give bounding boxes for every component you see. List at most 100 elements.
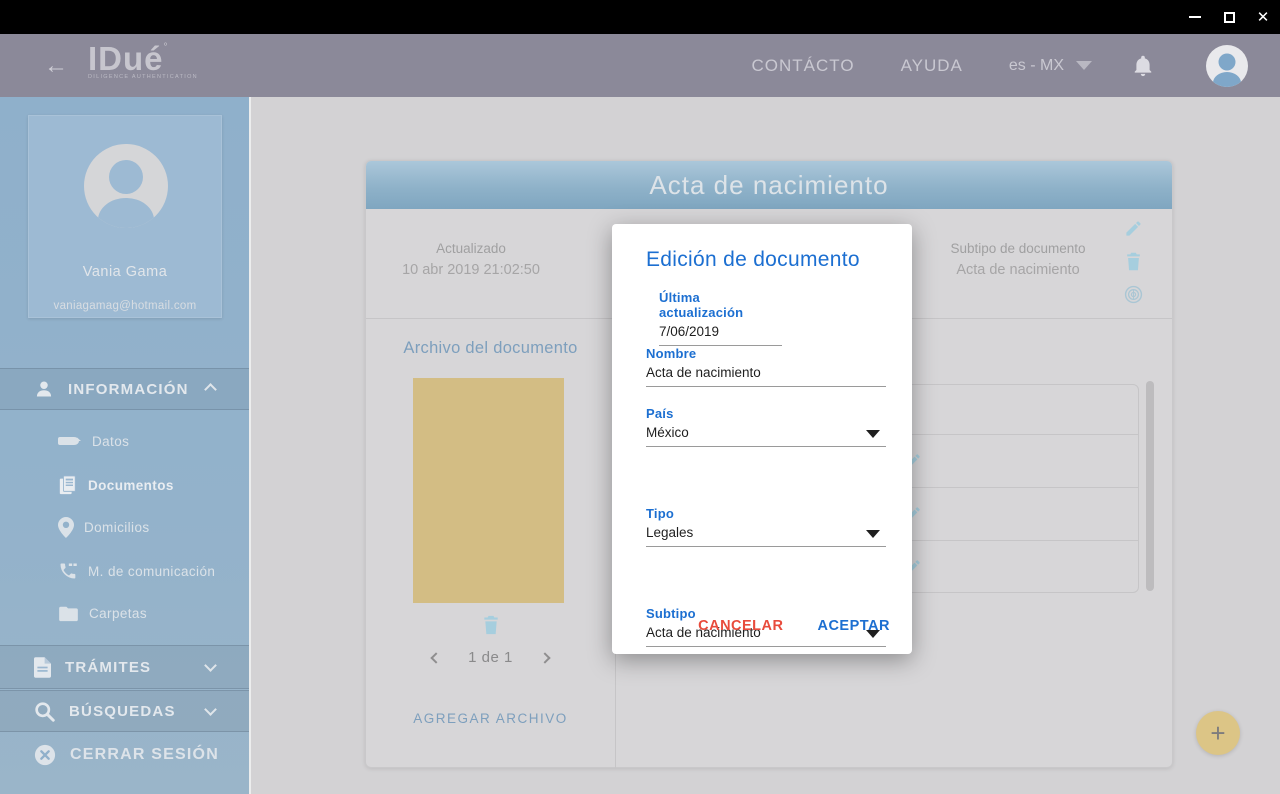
field-label: País bbox=[646, 406, 886, 421]
chevron-up-icon bbox=[204, 383, 217, 396]
accept-button[interactable]: ACEPTAR bbox=[813, 612, 894, 640]
updated-block: Actualizado 10 abr 2019 21:02:50 bbox=[396, 241, 546, 278]
chevron-down-icon bbox=[204, 703, 217, 716]
location-pin-icon bbox=[58, 517, 74, 538]
plus-icon: + bbox=[1210, 720, 1225, 746]
sidebar-section-label: TRÁMITES bbox=[65, 659, 151, 676]
archive-title: Archivo del documento bbox=[366, 339, 615, 358]
input-underline bbox=[646, 386, 886, 387]
phone-icon bbox=[58, 561, 78, 581]
field-label: Última actualización bbox=[659, 290, 782, 320]
search-icon bbox=[34, 701, 55, 722]
sidebar-item-label: M. de comunicación bbox=[88, 564, 215, 579]
sidebar-item-documentos[interactable]: Documentos bbox=[0, 463, 249, 507]
sidebar: Vania Gama vaniagamag@hotmail.com INFORM… bbox=[0, 97, 251, 794]
close-button[interactable]: ✕ bbox=[1246, 0, 1280, 34]
modal-title: Edición de documento bbox=[646, 248, 860, 272]
minimize-icon bbox=[1189, 16, 1201, 18]
close-icon: ✕ bbox=[1257, 8, 1270, 26]
app-logo: IDué° DILIGENCE AUTHENTICATION bbox=[88, 42, 198, 80]
minimize-button[interactable] bbox=[1178, 0, 1212, 34]
sidebar-item-label: Datos bbox=[92, 434, 129, 449]
profile-email: vaniagamag@hotmail.com bbox=[29, 300, 221, 312]
page-indicator: 1 de 1 bbox=[468, 649, 513, 666]
sidebar-section-label: INFORMACIÓN bbox=[68, 381, 189, 398]
folder-icon bbox=[58, 605, 79, 622]
document-preview-image[interactable] bbox=[413, 378, 564, 603]
sidebar-item-label: Documentos bbox=[88, 478, 174, 493]
language-label: es - MX bbox=[1009, 57, 1064, 75]
date-input[interactable]: 7/06/2019 bbox=[659, 324, 782, 339]
maximize-button[interactable] bbox=[1212, 0, 1246, 34]
sidebar-item-datos[interactable]: Datos bbox=[0, 419, 249, 463]
id-card-icon bbox=[58, 434, 82, 448]
modal-actions: CANCELAR ACEPTAR bbox=[694, 612, 894, 640]
logo-text: IDué bbox=[88, 40, 164, 77]
select-arrow-icon bbox=[866, 430, 880, 438]
delete-document-button[interactable] bbox=[1125, 252, 1142, 271]
table-scrollbar[interactable] bbox=[1146, 381, 1154, 591]
sidebar-item-domicilios[interactable]: Domicilios bbox=[0, 505, 249, 549]
fingerprint-button[interactable] bbox=[1124, 285, 1143, 304]
app-bar: ← IDué° DILIGENCE AUTHENTICATION CONTÁCT… bbox=[0, 34, 1280, 97]
logo-subtitle: DILIGENCE AUTHENTICATION bbox=[88, 74, 198, 80]
avatar-person-icon bbox=[84, 144, 168, 228]
type-select[interactable]: Legales bbox=[646, 525, 886, 540]
profile-name: Vania Gama bbox=[29, 264, 221, 280]
nav-ayuda[interactable]: AYUDA bbox=[901, 56, 963, 76]
field-label: Nombre bbox=[646, 346, 886, 361]
edit-document-button[interactable] bbox=[1124, 219, 1143, 238]
updated-value: 10 abr 2019 21:02:50 bbox=[396, 262, 546, 278]
sidebar-section-label: BÚSQUEDAS bbox=[69, 703, 176, 720]
field-ultima-actualizacion: Última actualización 7/06/2019 bbox=[659, 290, 782, 346]
fingerprint-icon bbox=[1124, 285, 1143, 304]
select-arrow-icon bbox=[866, 530, 880, 538]
add-file-button[interactable]: AGREGAR ARCHIVO bbox=[366, 711, 615, 726]
bell-icon bbox=[1132, 54, 1154, 78]
sidebar-item-carpetas[interactable]: Carpetas bbox=[0, 591, 249, 635]
next-page-chevron-icon[interactable] bbox=[539, 652, 550, 663]
profile-avatar bbox=[84, 144, 168, 228]
subtype-label: Subtipo de documento bbox=[928, 241, 1108, 256]
document-card-header: Acta de nacimiento bbox=[366, 161, 1172, 209]
language-selector[interactable]: es - MX bbox=[1009, 57, 1092, 75]
app-window: ✕ ← IDué° DILIGENCE AUTHENTICATION CONTÁ… bbox=[0, 0, 1280, 794]
field-tipo[interactable]: Tipo Legales bbox=[646, 506, 886, 547]
logout-label: CERRAR SESIÓN bbox=[70, 746, 219, 764]
maximize-icon bbox=[1224, 12, 1235, 23]
nav-contacto[interactable]: CONTÁCTO bbox=[751, 56, 854, 76]
sidebar-section-busquedas[interactable]: BÚSQUEDAS bbox=[0, 690, 249, 732]
add-document-fab[interactable]: + bbox=[1196, 711, 1240, 755]
back-arrow-icon[interactable]: ← bbox=[44, 52, 68, 80]
notifications-button[interactable] bbox=[1132, 54, 1154, 78]
updated-label: Actualizado bbox=[396, 241, 546, 256]
file-pagination: 1 de 1 bbox=[366, 649, 615, 666]
sidebar-item-m-de-comunicacion[interactable]: M. de comunicación bbox=[0, 549, 249, 593]
name-input[interactable]: Acta de nacimiento bbox=[646, 365, 886, 380]
delete-file-button[interactable] bbox=[366, 615, 615, 635]
chevron-down-icon bbox=[1076, 61, 1092, 70]
logout-button[interactable]: CERRAR SESIÓN bbox=[0, 733, 249, 777]
input-underline bbox=[646, 646, 886, 647]
sidebar-item-label: Carpetas bbox=[89, 606, 147, 621]
subtype-block: Subtipo de documento Acta de nacimiento bbox=[928, 241, 1108, 278]
sidebar-section-informacion[interactable]: INFORMACIÓN bbox=[0, 368, 249, 410]
file-icon bbox=[34, 657, 51, 678]
cancel-button[interactable]: CANCELAR bbox=[694, 612, 787, 640]
country-select[interactable]: México bbox=[646, 425, 886, 440]
title-bar: ✕ bbox=[0, 0, 1280, 34]
person-icon bbox=[34, 379, 54, 399]
pencil-icon bbox=[1124, 219, 1143, 238]
sidebar-section-tramites[interactable]: TRÁMITES bbox=[0, 645, 249, 689]
profile-card: Vania Gama vaniagamag@hotmail.com bbox=[28, 115, 222, 318]
field-pais[interactable]: País México bbox=[646, 406, 886, 447]
document-title: Acta de nacimiento bbox=[649, 170, 888, 201]
previous-page-chevron-icon[interactable] bbox=[430, 652, 441, 663]
user-avatar[interactable] bbox=[1206, 45, 1248, 87]
logout-circle-x-icon bbox=[34, 744, 56, 766]
logo-mark: ° bbox=[164, 42, 168, 53]
trash-icon bbox=[482, 615, 500, 635]
edit-document-modal: Edición de documento Última actualizació… bbox=[612, 224, 912, 654]
trash-icon bbox=[1125, 252, 1142, 271]
archive-panel: Archivo del documento 1 de 1 AGREGAR ARC… bbox=[366, 319, 616, 769]
